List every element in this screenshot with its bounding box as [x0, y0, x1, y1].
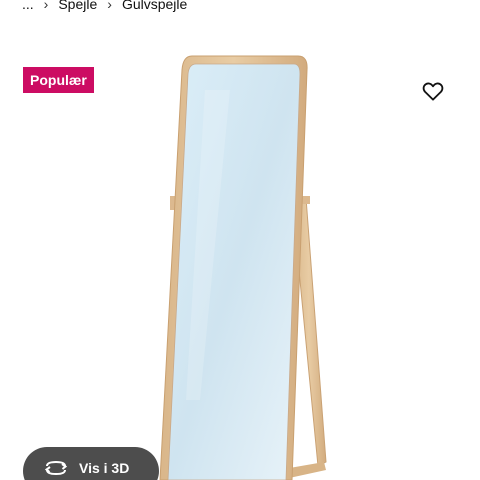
product-page: ... › Spejle › Gulvspejle Populær Vis i … — [0, 0, 480, 480]
breadcrumb-separator: › — [107, 0, 112, 12]
popular-badge: Populær — [23, 67, 94, 93]
mirror-frame — [159, 55, 308, 480]
breadcrumb-item-spejle[interactable]: Spejle — [58, 0, 97, 12]
view-in-3d-label: Vis i 3D — [79, 460, 130, 476]
breadcrumb-ellipsis[interactable]: ... — [22, 0, 34, 12]
favorite-button[interactable] — [418, 76, 448, 106]
heart-outline-icon — [422, 82, 444, 101]
breadcrumb-item-gulvspejle[interactable]: Gulvspejle — [122, 0, 187, 12]
rotate-3d-icon — [43, 460, 69, 476]
breadcrumb: ... › Spejle › Gulvspejle — [22, 0, 187, 14]
breadcrumb-separator: › — [43, 0, 49, 12]
view-in-3d-button[interactable]: Vis i 3D — [23, 447, 159, 480]
